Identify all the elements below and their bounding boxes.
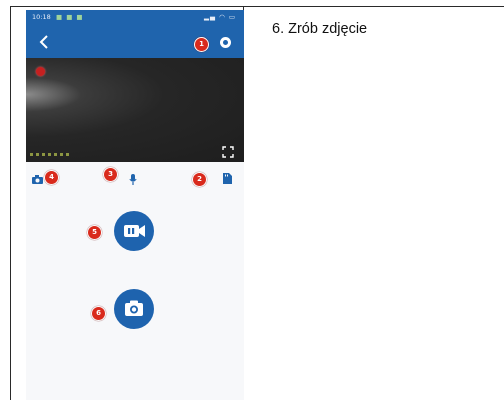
back-arrow-icon[interactable]: [39, 35, 49, 49]
fullscreen-icon[interactable]: [222, 146, 234, 158]
video-preview[interactable]: [26, 58, 244, 162]
status-bar: 10:18 ■ ■ ■ ▂▄ ◠ ▭: [26, 10, 244, 24]
marker-2: 2: [192, 172, 207, 187]
camera-small-icon[interactable]: [32, 175, 43, 184]
marker-1: 1: [194, 37, 209, 52]
status-time: 10:18: [32, 13, 51, 21]
video-timestamp-strip: [30, 153, 70, 156]
phone-screenshot: 10:18 ■ ■ ■ ▂▄ ◠ ▭: [26, 10, 244, 400]
settings-icon[interactable]: [220, 37, 231, 48]
photo-camera-icon: [125, 300, 143, 316]
marker-3: 3: [103, 167, 118, 182]
record-video-button[interactable]: [114, 211, 154, 251]
recording-dot-icon: [36, 67, 45, 76]
marker-4: 4: [44, 170, 59, 185]
sd-card-icon[interactable]: [223, 173, 232, 184]
notification-icons: ■ ■ ■: [56, 13, 84, 21]
marker-6: 6: [91, 306, 106, 321]
video-camera-icon: [124, 225, 145, 237]
microphone-icon[interactable]: [129, 174, 137, 185]
app-header: 10:18 ■ ■ ■ ▂▄ ◠ ▭: [26, 10, 244, 58]
marker-5: 5: [87, 225, 102, 240]
step-instruction: 6. Zrób zdjęcie: [272, 21, 368, 37]
take-photo-button[interactable]: [114, 289, 154, 329]
signal-battery-icons: ▂▄ ◠ ▭: [204, 13, 236, 21]
